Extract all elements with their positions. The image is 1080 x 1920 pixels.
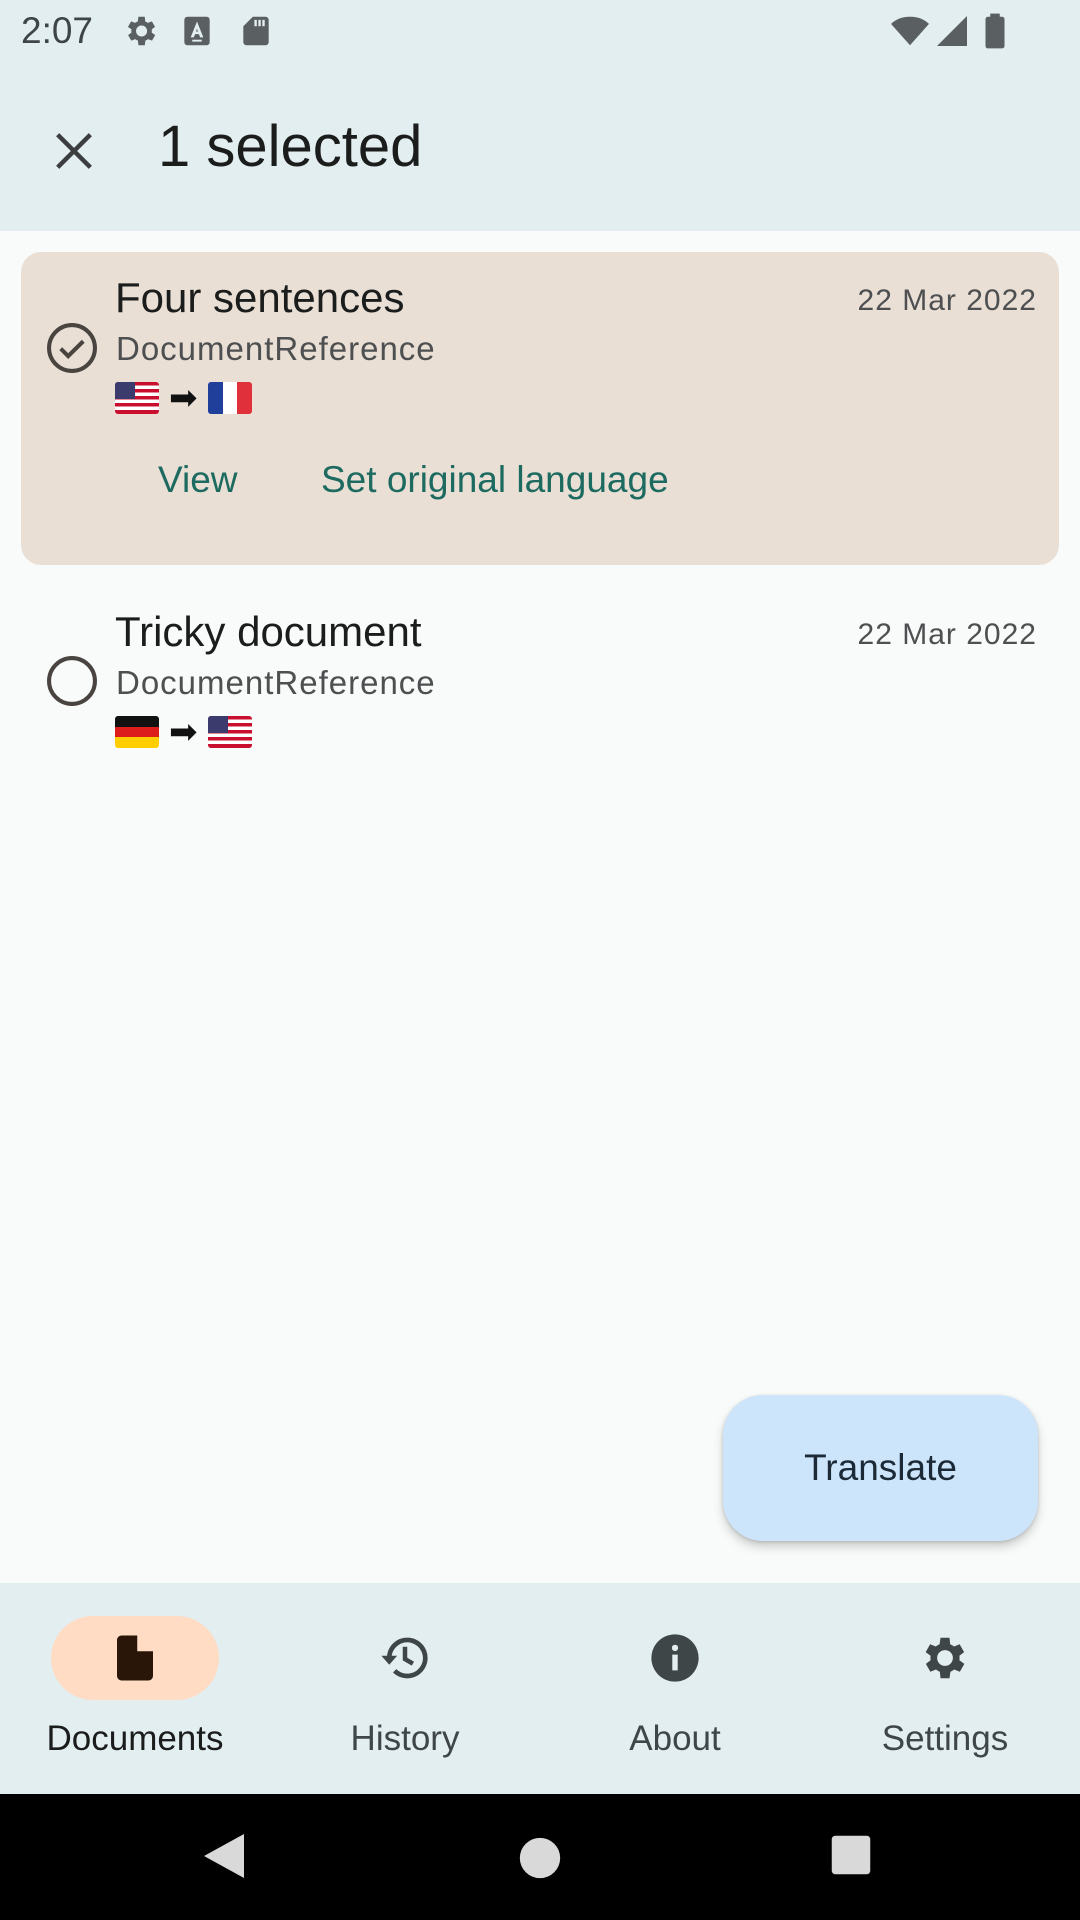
document-title: Tricky document <box>115 608 422 655</box>
nav-label: Documents <box>46 1719 224 1758</box>
bottom-navigation: Documents History About Settings <box>0 1583 1080 1794</box>
page-title: 1 selected <box>158 114 423 179</box>
document-date: 22 Mar 2022 <box>857 618 1037 651</box>
nav-label: About <box>629 1719 721 1758</box>
document-date: 22 Mar 2022 <box>857 284 1037 317</box>
set-original-language-button[interactable]: Set original language <box>321 459 669 501</box>
arrow-right-icon: ➡ <box>169 713 198 751</box>
history-icon <box>381 1637 428 1679</box>
nav-label: History <box>350 1719 460 1758</box>
unchecked-circle-icon[interactable] <box>45 654 99 708</box>
document-card[interactable]: Tricky document 22 Mar 2022 DocumentRefe… <box>21 588 1059 768</box>
nav-item-documents[interactable]: Documents <box>0 1583 270 1794</box>
document-icon <box>117 1635 153 1681</box>
nav-item-settings[interactable]: Settings <box>810 1583 1080 1794</box>
text-a-icon <box>184 16 210 46</box>
selection-app-bar: 1 selected <box>0 63 1080 231</box>
view-button[interactable]: View <box>158 459 238 501</box>
document-subtitle: DocumentReference <box>116 664 436 701</box>
document-subtitle: DocumentReference <box>116 330 436 367</box>
fr-flag-icon <box>207 382 252 414</box>
document-title: Four sentences <box>115 274 405 321</box>
system-navigation-bar <box>0 1794 1080 1920</box>
gear-icon <box>127 16 156 46</box>
de-flag-icon <box>115 716 159 748</box>
translate-button-label: Translate <box>804 1447 957 1488</box>
battery-icon <box>985 13 1005 49</box>
back-icon[interactable] <box>200 1830 248 1882</box>
translate-button[interactable]: Translate <box>723 1395 1038 1541</box>
wifi-icon <box>891 16 929 46</box>
language-pair: ➡ <box>115 713 252 751</box>
home-icon[interactable] <box>518 1836 562 1880</box>
status-bar: 2:07 <box>0 0 1080 63</box>
close-icon[interactable] <box>46 123 102 179</box>
sd-card-icon <box>243 16 269 46</box>
cell-signal-icon <box>937 16 967 46</box>
document-card[interactable]: Four sentences 22 Mar 2022 DocumentRefer… <box>21 252 1059 565</box>
nav-item-history[interactable]: History <box>270 1583 540 1794</box>
status-time: 2:07 <box>21 10 94 51</box>
us-flag-icon <box>115 382 159 414</box>
info-icon <box>651 1634 699 1682</box>
gear-icon <box>925 1637 965 1679</box>
us-flag-icon <box>207 716 252 748</box>
check-circle-icon[interactable] <box>45 321 99 375</box>
recents-icon[interactable] <box>830 1834 872 1876</box>
nav-label: Settings <box>881 1719 1009 1758</box>
nav-item-about[interactable]: About <box>540 1583 810 1794</box>
arrow-right-icon: ➡ <box>169 379 198 417</box>
language-pair: ➡ <box>115 379 252 417</box>
